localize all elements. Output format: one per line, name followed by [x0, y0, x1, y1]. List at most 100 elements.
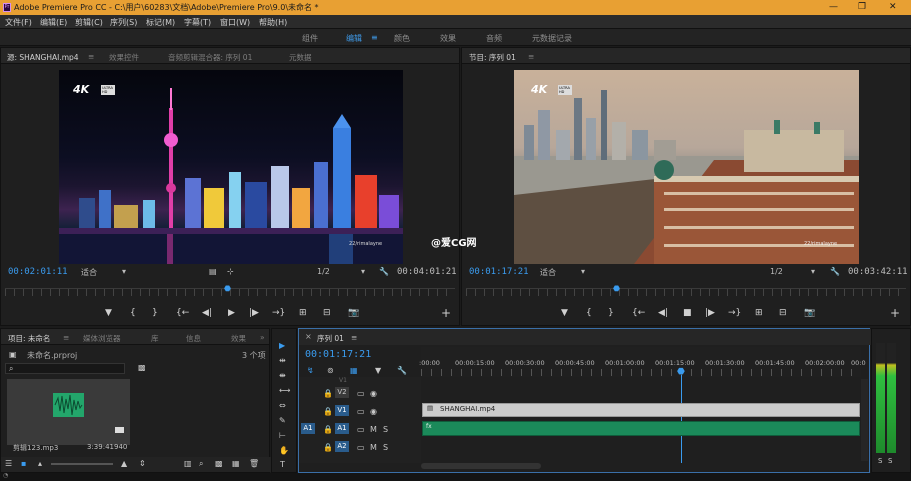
lock-icon[interactable]: 🔒: [323, 389, 333, 398]
zoom-in-icon[interactable]: ▲: [121, 459, 127, 468]
source-goto-out-button[interactable]: →}: [272, 308, 285, 318]
source-insert-button[interactable]: ⊞: [299, 308, 307, 318]
tab-libraries[interactable]: 库: [151, 333, 159, 344]
program-mark-in-button[interactable]: {: [586, 308, 592, 318]
thumbnail-size-slider[interactable]: [51, 463, 113, 465]
program-resolution-select[interactable]: 1/2: [770, 267, 783, 276]
source-step-back-button[interactable]: ◀|: [202, 308, 212, 318]
program-timecode[interactable]: 00:01:17:21: [469, 267, 529, 277]
workspace-color[interactable]: 颜色: [394, 33, 410, 44]
source-overwrite-button[interactable]: ⊟: [323, 308, 331, 318]
source-drag-icon[interactable]: ⊹: [227, 267, 234, 276]
menu-marker[interactable]: 标记(M): [146, 17, 175, 28]
zoom-out-icon[interactable]: ▴: [38, 459, 42, 468]
program-add-button[interactable]: +: [890, 306, 900, 320]
tab-info[interactable]: 信息: [186, 333, 201, 344]
workspace-effects[interactable]: 效果: [440, 33, 456, 44]
timeline-tab-menu-icon[interactable]: ≡: [351, 333, 357, 342]
solo-button[interactable]: S: [383, 425, 388, 434]
tab-effects[interactable]: 效果: [231, 333, 246, 344]
new-bin-footer-icon[interactable]: ▩: [215, 459, 223, 468]
program-goto-in-button[interactable]: {←: [632, 308, 645, 318]
source-resolution-chevron-icon[interactable]: ▾: [361, 267, 365, 276]
eye-icon[interactable]: ◉: [370, 407, 377, 416]
tab-effect-controls[interactable]: 效果控件: [109, 52, 139, 63]
menu-sequence[interactable]: 序列(S): [110, 17, 137, 28]
program-goto-out-button[interactable]: →}: [728, 308, 741, 318]
workspace-metadata[interactable]: 元数据记录: [532, 33, 572, 44]
timeline-marker-icon[interactable]: ▼: [375, 366, 381, 375]
track-a1-label[interactable]: A1: [335, 423, 349, 434]
program-mark-out-button[interactable]: }: [608, 308, 614, 318]
menu-window[interactable]: 窗口(W): [220, 17, 250, 28]
mute-button[interactable]: M: [370, 425, 377, 434]
program-tab-menu-icon[interactable]: ≡: [528, 52, 534, 61]
source-mark-out-button[interactable]: }: [152, 308, 158, 318]
menu-help[interactable]: 帮助(H): [259, 17, 287, 28]
maximize-icon[interactable]: ❐: [858, 2, 866, 12]
timeline-vertical-scrollbar[interactable]: [861, 379, 868, 461]
automate-icon[interactable]: ▥: [184, 459, 192, 468]
sort-icon[interactable]: ⇕: [139, 459, 146, 468]
rolling-edit-tool-icon[interactable]: ⟷: [279, 386, 290, 395]
source-play-button[interactable]: ▶: [228, 308, 235, 318]
source-add-marker-button[interactable]: ▼: [105, 308, 112, 318]
clip-thumbnail[interactable]: [7, 379, 130, 445]
sync-lock-icon[interactable]: ▭: [357, 443, 365, 452]
tab-metadata[interactable]: 元数据: [289, 52, 312, 63]
source-playhead[interactable]: ⬣: [224, 284, 231, 293]
source-step-forward-button[interactable]: |▶: [249, 308, 259, 318]
new-item-icon[interactable]: ▦: [232, 459, 240, 468]
timeline-close-icon[interactable]: ×: [305, 332, 312, 341]
program-lift-button[interactable]: ⊞: [755, 308, 763, 318]
sync-lock-icon[interactable]: ▭: [357, 389, 365, 398]
add-marker-icon[interactable]: ▦: [350, 366, 358, 375]
timeline-settings-icon[interactable]: 🔧: [397, 366, 407, 375]
workspace-assembly[interactable]: 组件: [302, 33, 318, 44]
video-clip[interactable]: ▤ SHANGHAI.mp4: [422, 403, 860, 417]
source-mark-in-button[interactable]: {: [130, 308, 136, 318]
source-goto-in-button[interactable]: {←: [176, 308, 189, 318]
tab-source[interactable]: 源: SHANGHAI.mp4: [7, 52, 79, 63]
project-search-input[interactable]: ⌕: [5, 363, 125, 374]
meter-solo-right[interactable]: S: [888, 457, 892, 465]
workspace-audio[interactable]: 音频: [486, 33, 502, 44]
find-icon[interactable]: ⌕: [199, 459, 203, 469]
track-a2-label[interactable]: A2: [335, 441, 349, 452]
program-wrench-icon[interactable]: 🔧: [830, 267, 840, 276]
rate-stretch-tool-icon[interactable]: ⇔: [279, 401, 286, 410]
tab-sequence-01[interactable]: 序列 01: [317, 333, 344, 344]
timeline-scrollbar[interactable]: [421, 463, 541, 469]
source-wrench-icon[interactable]: 🔧: [379, 267, 389, 276]
eye-icon[interactable]: ◉: [370, 389, 377, 398]
source-tab-menu-icon[interactable]: ≡: [88, 52, 94, 61]
tab-project[interactable]: 项目: 未命名: [8, 333, 50, 344]
program-fit-select[interactable]: 适合: [540, 267, 556, 278]
selection-tool-icon[interactable]: ▶: [279, 341, 285, 350]
timeline-ruler[interactable]: :00:00 00:00:15:00 00:00:30:00 00:00:45:…: [419, 347, 866, 377]
razor-tool-icon[interactable]: ✎: [279, 416, 286, 425]
slip-tool-icon[interactable]: ⊢: [279, 431, 286, 440]
project-tab-menu-icon[interactable]: ≡: [63, 333, 69, 342]
track-v2-label[interactable]: V2: [335, 387, 349, 398]
tab-program[interactable]: 节目: 序列 01: [469, 52, 516, 63]
list-view-icon[interactable]: ☰: [5, 459, 12, 468]
source-fit-select[interactable]: 适合: [81, 267, 97, 278]
program-step-forward-button[interactable]: |▶: [705, 308, 715, 318]
minimize-icon[interactable]: —: [829, 2, 838, 12]
track-v1-label[interactable]: V1: [335, 405, 349, 416]
program-step-back-button[interactable]: ◀|: [658, 308, 668, 318]
hand-tool-icon[interactable]: ✋: [279, 446, 289, 455]
track-select-tool-icon[interactable]: ⇹: [279, 356, 286, 365]
sync-lock-icon[interactable]: ▭: [357, 425, 365, 434]
new-bin-icon[interactable]: ▩: [138, 363, 146, 372]
trash-icon[interactable]: 🗑: [249, 459, 259, 468]
meter-solo-left[interactable]: S: [878, 457, 882, 465]
lock-icon[interactable]: 🔒: [323, 443, 333, 452]
linked-selection-icon[interactable]: ⊚: [327, 366, 334, 375]
source-settings-icon[interactable]: ▤: [209, 267, 217, 276]
source-add-button[interactable]: +: [441, 306, 451, 320]
source-timecode[interactable]: 00:02:01:11: [8, 267, 68, 277]
workspace-editing[interactable]: 编辑: [346, 33, 362, 44]
menu-edit[interactable]: 编辑(E): [40, 17, 67, 28]
